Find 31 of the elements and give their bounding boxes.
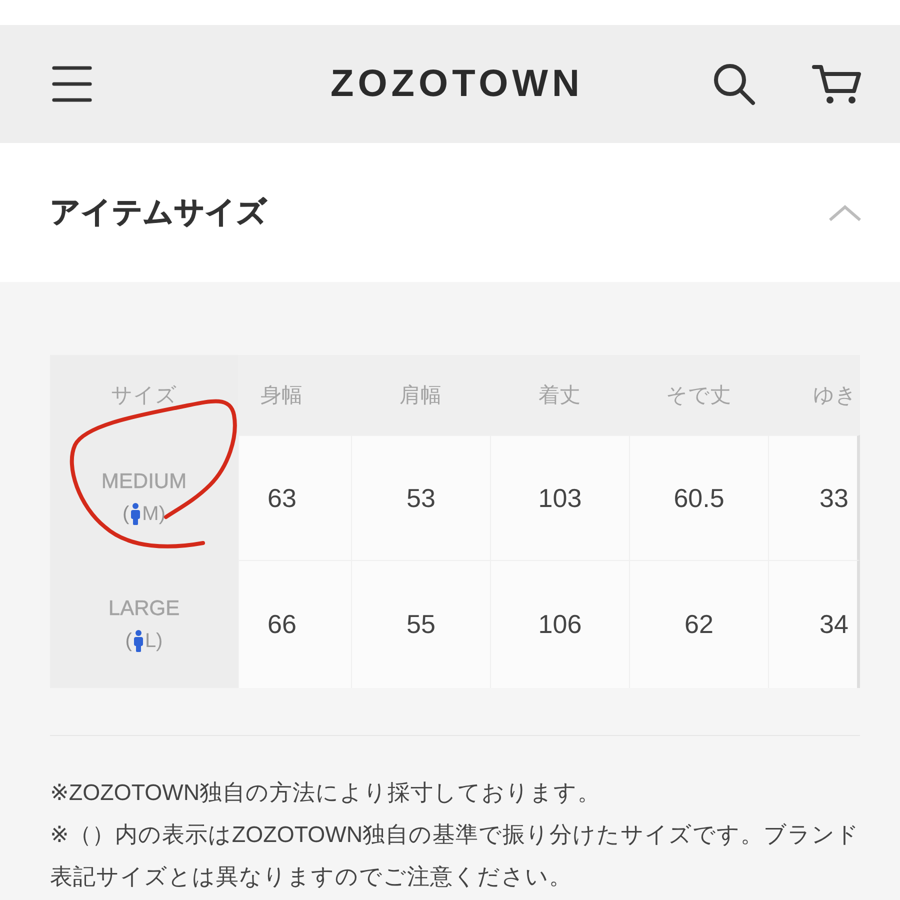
column-heading: そで丈 (666, 383, 731, 409)
column-heading: ゆき (813, 383, 857, 409)
menu-icon[interactable] (52, 66, 92, 102)
measurement-value: 106 (538, 609, 582, 640)
measurement-value: 34 (820, 609, 848, 640)
section-title: アイテムサイズ (50, 195, 267, 231)
size-code: L) (144, 630, 163, 650)
measurement-value: 53 (406, 482, 436, 514)
person-icon (132, 630, 144, 652)
measurement-value: 55 (406, 609, 436, 640)
note-text: ※（）内の表示はZOZOTOWN独自の基準で振り分けたサイズです。ブランド表記サイズとは異なりますのでご注意ください。 (50, 821, 860, 891)
measurement-value: 62 (684, 609, 714, 640)
opening-parenthesis: ( (125, 630, 132, 650)
measurement-value: 103 (538, 482, 582, 514)
measurement-value: 63 (268, 482, 296, 514)
size-code: M) (142, 504, 166, 524)
size-name: LARGE (108, 596, 180, 620)
cart-icon[interactable] (812, 63, 862, 105)
column-heading: 肩幅 (400, 383, 442, 409)
note-text: ※ZOZOTOWN独自の方法により採寸しております。 (50, 779, 602, 807)
measurement-value: 60.5 (674, 482, 724, 514)
measurement-value: 66 (268, 609, 296, 640)
column-heading: サイズ (111, 383, 177, 409)
person-icon (130, 503, 142, 525)
opening-parenthesis: ( (122, 504, 130, 524)
size-name: MEDIUM (101, 470, 187, 494)
column-heading: 身幅 (260, 383, 302, 409)
search-icon[interactable] (712, 62, 756, 106)
measurement-value: 33 (820, 482, 848, 514)
site-logo[interactable]: ZOZOTOWN (330, 65, 584, 103)
column-heading: 着丈 (538, 383, 580, 409)
